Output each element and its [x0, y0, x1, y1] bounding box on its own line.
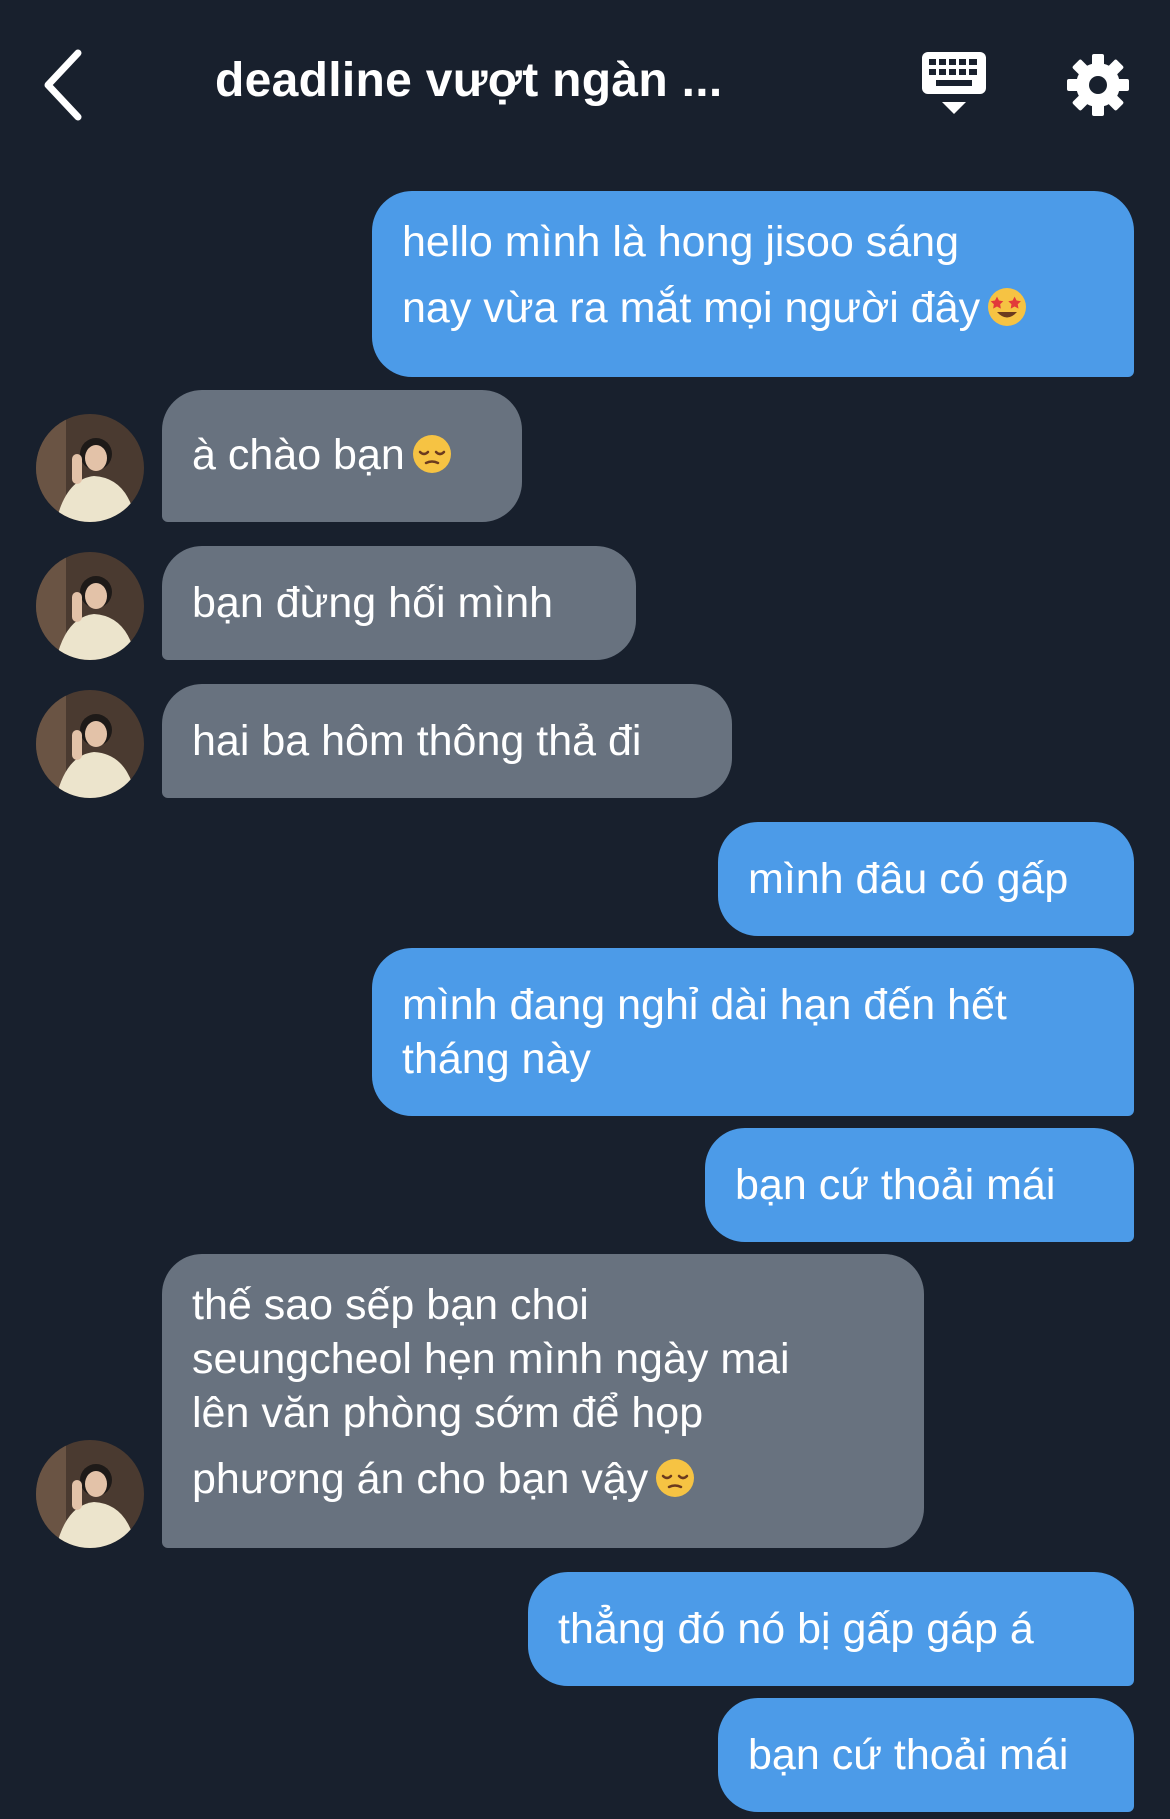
message-text: hello mình là hong jisoo sáng	[402, 218, 959, 266]
contact-avatar[interactable]	[36, 552, 144, 660]
incoming-message[interactable]: thế sao sếp bạn choi seungcheol hẹn mình…	[162, 1254, 924, 1548]
contact-avatar[interactable]	[36, 414, 144, 522]
message-text: thẳng đó nó bị gấp gáp á	[558, 1605, 1034, 1653]
outgoing-message[interactable]: mình đâu có gấp	[718, 822, 1134, 936]
message-text: bạn cứ thoải mái	[735, 1161, 1056, 1209]
keyboard-button[interactable]	[920, 50, 988, 120]
star-struck-emoji-icon	[988, 288, 1027, 326]
message-text: à chào bạn	[192, 431, 405, 479]
chevron-left-icon	[44, 49, 82, 121]
message-text: mình đang nghỉ dài hạn đến hết	[402, 981, 1007, 1029]
back-button[interactable]	[40, 45, 90, 125]
chat-title: deadline vượt ngàn ...	[215, 54, 723, 107]
outgoing-message[interactable]: mình đang nghỉ dài hạn đến hết tháng này	[372, 948, 1134, 1116]
outgoing-message[interactable]: bạn cứ thoải mái	[718, 1698, 1134, 1812]
message-text: nay vừa ra mắt mọi người đây	[402, 284, 981, 332]
outgoing-message[interactable]: thẳng đó nó bị gấp gáp á	[528, 1572, 1134, 1686]
incoming-message[interactable]: bạn đừng hối mình	[162, 546, 636, 660]
message-text: mình đâu có gấp	[748, 855, 1069, 903]
contact-avatar[interactable]	[36, 690, 144, 798]
message-text: seungcheol hẹn mình ngày mai	[192, 1335, 790, 1383]
pensive-face-emoji-icon	[656, 1459, 695, 1497]
message-text: tháng này	[402, 1035, 591, 1083]
incoming-message[interactable]: hai ba hôm thông thả đi	[162, 684, 732, 798]
message-text: bạn đừng hối mình	[192, 579, 554, 627]
message-text: thế sao sếp bạn choi	[192, 1281, 589, 1329]
message-text: bạn cứ thoải mái	[748, 1731, 1069, 1779]
gear-icon	[1067, 54, 1129, 116]
contact-avatar[interactable]	[36, 1440, 144, 1548]
settings-button[interactable]	[1065, 52, 1131, 118]
outgoing-message[interactable]: bạn cứ thoải mái	[705, 1128, 1134, 1242]
incoming-message[interactable]: à chào bạn	[162, 390, 522, 522]
message-text: phương án cho bạn vậy	[192, 1455, 649, 1503]
message-text: lên văn phòng sớm để họp	[192, 1389, 704, 1437]
chat-header: deadline vượt ngàn ...	[0, 0, 1170, 170]
outgoing-message[interactable]: hello mình là hong jisoo sáng nay vừa ra…	[372, 191, 1134, 377]
pensive-face-emoji-icon	[412, 435, 451, 473]
keyboard-icon	[922, 52, 986, 114]
message-text: hai ba hôm thông thả đi	[192, 717, 642, 765]
